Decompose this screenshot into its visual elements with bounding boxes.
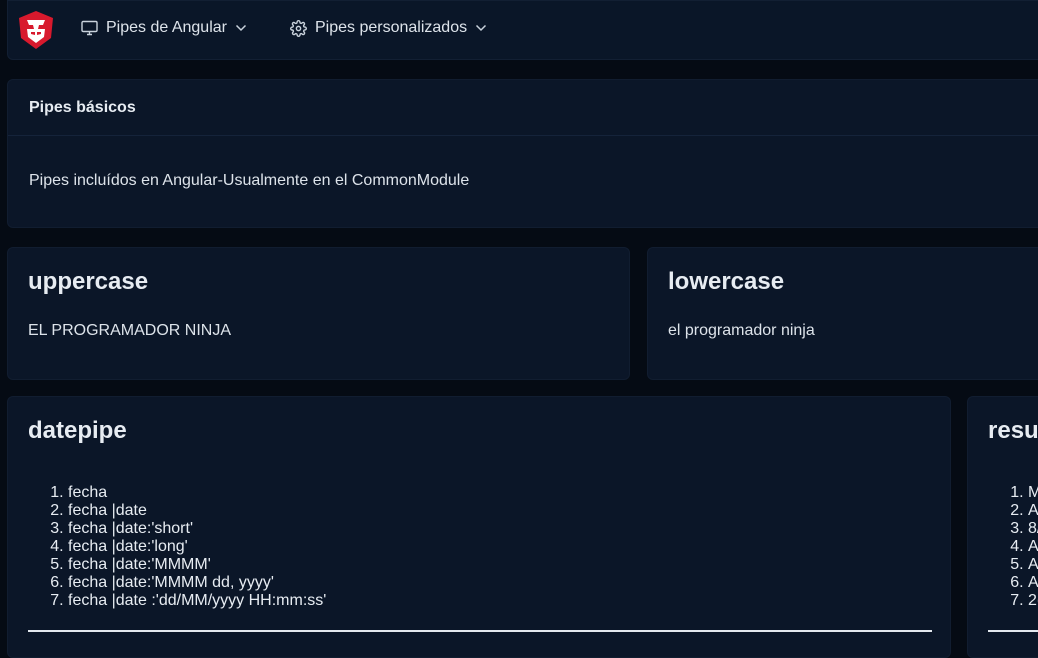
result-card: resu M A 8/ A A A 2(: [967, 396, 1038, 658]
list-item: fecha |date: [68, 502, 326, 520]
nav-pipes-angular[interactable]: Pipes de Angular: [81, 19, 247, 37]
list-item: fecha |date:'long': [68, 538, 326, 556]
list-item: fecha |date :'dd/MM/yyyy HH:mm:ss': [68, 592, 326, 610]
nav-pipes-personalizados[interactable]: Pipes personalizados: [290, 19, 487, 37]
datepipe-card: datepipe fecha fecha |date fecha |date:'…: [7, 396, 951, 658]
lowercase-text: el programador ninja: [668, 322, 815, 339]
uppercase-card: uppercase EL PROGRAMADOR NINJA: [7, 247, 630, 380]
gear-icon: [290, 19, 307, 37]
uppercase-text: EL PROGRAMADOR NINJA: [28, 322, 231, 339]
chevron-down-icon: [475, 24, 487, 32]
list-item: A: [1028, 556, 1038, 574]
list-item: A: [1028, 538, 1038, 556]
divider: [28, 630, 932, 632]
list-item: M: [1028, 484, 1038, 502]
datepipe-title: datepipe: [28, 417, 127, 444]
list-item: A: [1028, 502, 1038, 520]
list-item: 8/: [1028, 520, 1038, 538]
intro-card-header: Pipes básicos: [8, 80, 1038, 136]
list-item: fecha |date:'short': [68, 520, 326, 538]
list-item: fecha: [68, 484, 326, 502]
nav-pipes-angular-label: Pipes de Angular: [106, 19, 227, 36]
result-title: resu: [988, 417, 1038, 444]
result-list: M A 8/ A A A 2(: [988, 484, 1038, 610]
chevron-down-icon: [235, 24, 247, 32]
list-item: fecha |date:'MMMM': [68, 556, 326, 574]
intro-card: Pipes básicos Pipes incluídos en Angular…: [7, 79, 1038, 228]
lowercase-card: lowercase el programador ninja: [647, 247, 1038, 380]
list-item: A: [1028, 574, 1038, 592]
divider: [988, 630, 1038, 632]
nav-pipes-personalizados-label: Pipes personalizados: [315, 19, 468, 36]
lowercase-title: lowercase: [668, 268, 785, 295]
list-item: 2(: [1028, 592, 1038, 610]
list-item: fecha |date:'MMMM dd, yyyy': [68, 574, 326, 592]
navbar: Pipes de Angular Pipes personalizados: [7, 0, 1038, 60]
monitor-icon: [81, 20, 98, 36]
transformers-shield-icon[interactable]: [17, 10, 55, 50]
datepipe-list: fecha fecha |date fecha |date:'short' fe…: [28, 484, 326, 610]
intro-card-text: Pipes incluídos en Angular-Usualmente en…: [29, 172, 470, 189]
uppercase-title: uppercase: [28, 268, 149, 295]
